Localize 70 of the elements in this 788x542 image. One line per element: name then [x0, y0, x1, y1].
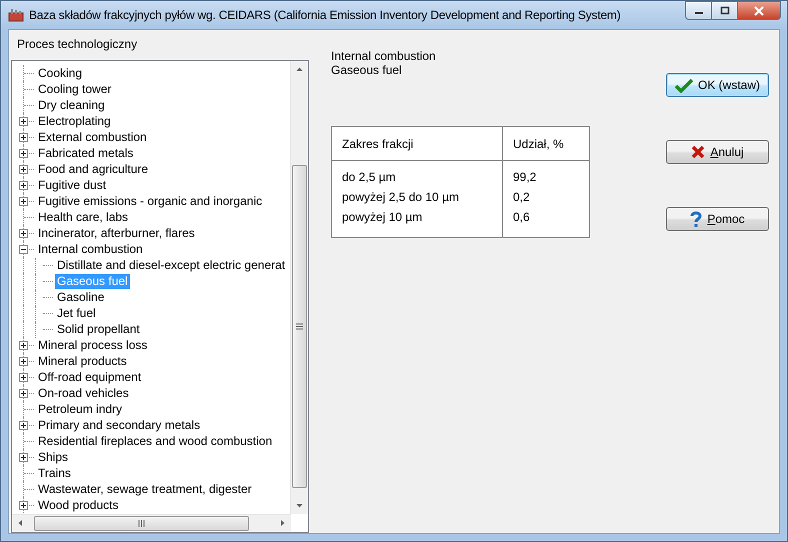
tree-item[interactable]: Residential fireplaces and wood combustion	[36, 434, 274, 448]
tree-item[interactable]: Cooking	[36, 66, 84, 80]
expand-icon[interactable]	[19, 357, 28, 366]
tree-item[interactable]: Gasoline	[55, 290, 106, 304]
table-cell: 0,2	[502, 187, 590, 207]
collapse-icon[interactable]	[19, 245, 28, 254]
tree-item[interactable]: Mineral products	[36, 354, 129, 368]
tree-item[interactable]: Internal combustion	[36, 242, 145, 256]
tree-item[interactable]: Food and agriculture	[36, 162, 150, 176]
tree-item[interactable]: External combustion	[36, 130, 149, 144]
table-cell: 99,2	[502, 160, 590, 187]
window-title: Baza składów frakcyjnych pyłów wg. CEIDARS (California Emission Inventory Development and Reporting System)	[29, 8, 621, 22]
tree-item[interactable]: Fabricated metals	[36, 146, 136, 160]
cancel-button[interactable]: Anuluj	[666, 140, 769, 164]
tree-label: Proces technologiczny	[16, 37, 138, 53]
minimize-button[interactable]	[685, 1, 711, 20]
expand-icon[interactable]	[19, 389, 28, 398]
close-button[interactable]	[737, 1, 781, 20]
column-header: Udział, %	[502, 126, 590, 160]
expand-icon[interactable]	[19, 421, 28, 430]
expand-icon[interactable]	[19, 373, 28, 382]
tree-item[interactable]: Mineral process loss	[36, 338, 150, 352]
tree-item[interactable]: Electroplating	[36, 114, 113, 128]
tree-item[interactable]: Wood products	[36, 498, 120, 512]
table-cell: 0,6	[502, 207, 590, 238]
tree-item[interactable]: Primary and secondary metals	[36, 418, 202, 432]
selection-path-text: Internal combustion	[331, 49, 436, 63]
maximize-icon	[720, 6, 730, 15]
cross-icon	[691, 145, 706, 159]
tree-item[interactable]: Cooling tower	[36, 82, 114, 96]
tree-item[interactable]: Solid propellant	[55, 322, 142, 336]
expand-icon[interactable]	[19, 453, 28, 462]
expand-icon[interactable]	[19, 165, 28, 174]
tree-item[interactable]: Fugitive dust	[36, 178, 108, 192]
expand-icon[interactable]	[19, 181, 28, 190]
expand-icon[interactable]	[19, 341, 28, 350]
tree-item[interactable]: Off-road equipment	[36, 370, 144, 384]
horizontal-scrollbar[interactable]	[12, 514, 291, 532]
table-cell: do 2,5 µm	[332, 160, 502, 187]
vertical-scrollbar[interactable]	[290, 61, 308, 514]
maximize-button[interactable]	[711, 1, 737, 20]
column-header: Zakres frakcji	[332, 126, 502, 160]
table-cell: powyżej 10 µm	[332, 207, 502, 238]
checkmark-icon	[674, 78, 693, 92]
tree-item[interactable]: Dry cleaning	[36, 98, 107, 112]
table-cell: powyżej 2,5 do 10 µm	[332, 187, 502, 207]
tree-item[interactable]: Incinerator, afterburner, flares	[36, 226, 197, 240]
tree-item[interactable]: Distillate and diesel-except electric generat	[55, 258, 288, 272]
ok-button[interactable]: OK (wstaw)	[666, 73, 769, 97]
selection-path-text: Gaseous fuel	[331, 63, 402, 77]
expand-icon[interactable]	[19, 149, 28, 158]
expand-icon[interactable]	[19, 229, 28, 238]
tree-item[interactable]: Wastewater, sewage treatment, digester	[36, 482, 254, 496]
expand-icon[interactable]	[19, 133, 28, 142]
tree-item[interactable]: Jet fuel	[55, 306, 98, 320]
expand-icon[interactable]	[19, 197, 28, 206]
tree-item[interactable]: Ships	[36, 450, 70, 464]
app-icon	[8, 8, 24, 22]
tree-item[interactable]: Petroleum indry	[36, 402, 124, 416]
help-button[interactable]: Pomoc	[666, 207, 769, 231]
grip-icon	[296, 323, 303, 330]
help-icon	[690, 210, 702, 228]
tree-item[interactable]: Fugitive emissions - organic and inorganic	[36, 194, 264, 208]
tree-item[interactable]: Trains	[36, 466, 73, 480]
expand-icon[interactable]	[19, 117, 28, 126]
close-icon	[753, 6, 765, 16]
grip-icon	[138, 520, 145, 527]
tree-item[interactable]: Health care, labs	[36, 210, 130, 224]
tree-item[interactable]: On-road vehicles	[36, 386, 131, 400]
expand-icon[interactable]	[19, 501, 28, 510]
